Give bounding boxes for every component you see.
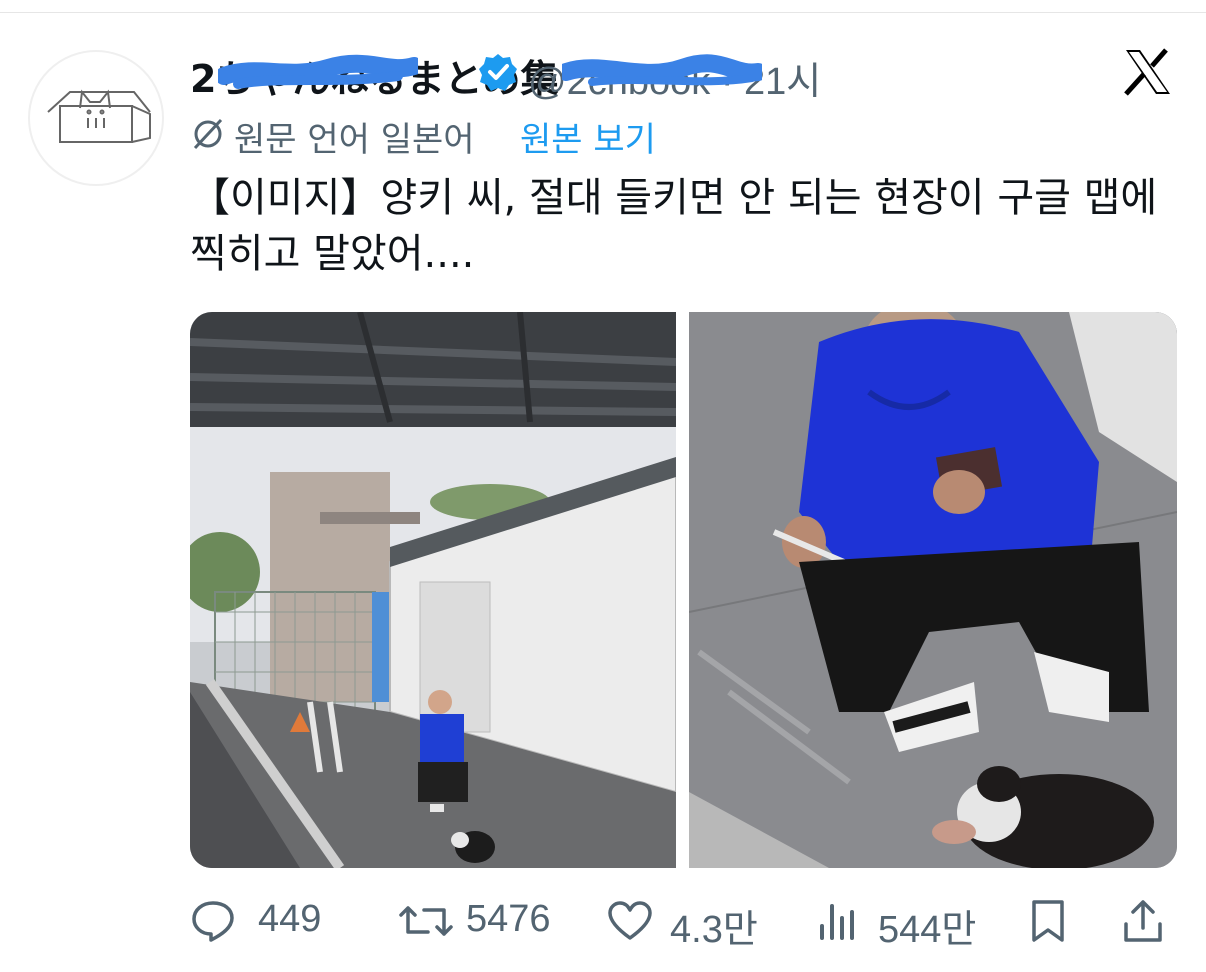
tweet-text-line: 찍히고 말았어.... xyxy=(190,231,475,277)
redaction-scribble xyxy=(218,54,418,89)
like-count: 4.3만 xyxy=(670,909,758,951)
tweet-header: 2ちゃんねるまとめ集 @2chbook · 21시 xyxy=(190,44,1090,103)
retweet-count: 5476 xyxy=(466,898,551,940)
avatar[interactable] xyxy=(28,50,164,186)
verified-badge-icon xyxy=(479,54,517,91)
share-icon xyxy=(1124,900,1162,942)
tweet-actions: 449 5476 4.3만 544만 xyxy=(190,890,1180,951)
top-divider xyxy=(0,12,1206,13)
share-button[interactable] xyxy=(1120,890,1180,950)
original-language-label: 원문 언어 일본어 xyxy=(234,120,475,160)
redaction-scribble xyxy=(562,54,762,86)
bookmark-button[interactable] xyxy=(1026,890,1086,950)
like-button[interactable]: 4.3만 xyxy=(606,890,776,951)
bookmark-icon xyxy=(1032,900,1064,942)
tweet-text: 【이미지】양키 씨, 절대 들키면 안 되는 현장이 구글 맵에 찍히고 말았어… xyxy=(190,170,1180,282)
x-logo-icon[interactable] xyxy=(1122,46,1174,98)
views-button[interactable]: 544만 xyxy=(818,890,998,951)
reply-icon xyxy=(192,901,234,942)
cat-in-box-icon xyxy=(47,89,151,143)
views-icon xyxy=(820,904,854,940)
retweet-button[interactable]: 5476 xyxy=(398,890,568,950)
heart-icon xyxy=(608,901,652,940)
translation-info: 원문 언어 일본어 원본 보기 xyxy=(190,112,890,160)
tweet-media[interactable] xyxy=(190,312,1177,868)
reply-button[interactable]: 449 xyxy=(190,890,340,950)
reply-count: 449 xyxy=(258,898,322,940)
show-original-link[interactable]: 원본 보기 xyxy=(520,112,656,161)
globe-slash-icon xyxy=(193,118,223,150)
view-count: 544만 xyxy=(878,909,977,951)
retweet-icon xyxy=(399,906,453,936)
tweet-text-line: 【이미지】양키 씨, 절대 들키면 안 되는 현장이 구글 맵에 xyxy=(190,175,1158,221)
street-view-photo-right[interactable] xyxy=(689,312,1177,868)
street-view-photo-left[interactable] xyxy=(190,312,676,868)
